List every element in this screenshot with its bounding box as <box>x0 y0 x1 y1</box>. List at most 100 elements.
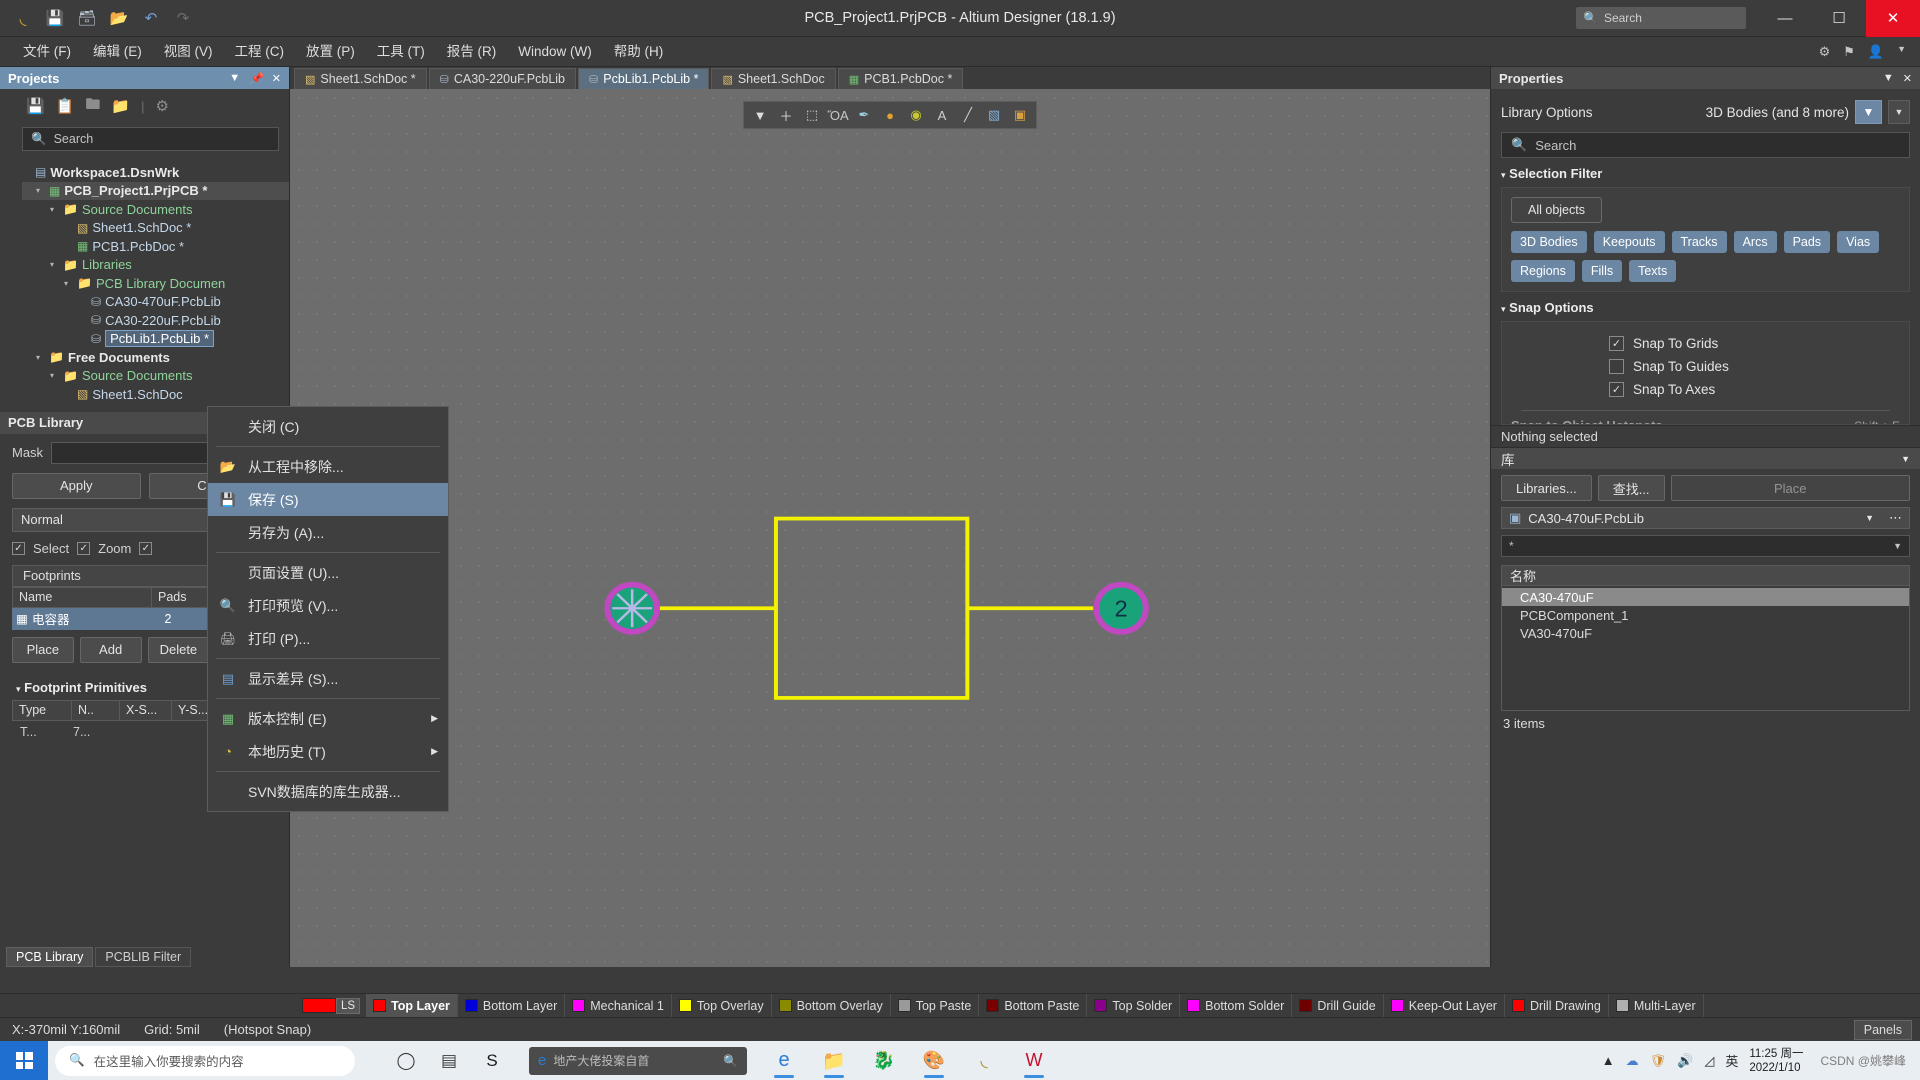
save-all-icon[interactable]: 🗃 <box>74 5 100 31</box>
more-options-icon[interactable]: ⋯ <box>1881 510 1902 526</box>
tree-item[interactable]: ▤Workspace1.DsnWrk <box>22 163 289 182</box>
close-icon[interactable]: ✕ <box>272 72 281 85</box>
chevron-down-icon[interactable]: ▼ <box>229 72 240 85</box>
taskbar-search-input[interactable]: 🔍 在这里输入你要搜索的内容 <box>55 1046 355 1076</box>
taskbar-clock[interactable]: 11:25 周一 2022/1/10 <box>1749 1047 1809 1075</box>
library-selector[interactable]: ▣ CA30-470uF.PcbLib ▼ ⋯ <box>1501 507 1910 529</box>
layer-tab[interactable]: Multi-Layer <box>1609 994 1704 1017</box>
layer-icon[interactable]: ▣ <box>1008 104 1032 126</box>
ime-icon[interactable]: 英 <box>1725 1051 1738 1070</box>
layer-tab-list[interactable]: Top LayerBottom LayerMechanical 1Top Ove… <box>366 994 1920 1017</box>
user-icon[interactable]: 👤 <box>1868 44 1884 60</box>
layer-tab[interactable]: Mechanical 1 <box>565 994 672 1017</box>
list-item[interactable]: PCBComponent_1 <box>1502 606 1909 624</box>
document-tab[interactable]: ▧Sheet1.SchDoc <box>711 68 835 89</box>
tree-item[interactable]: ▾📁Source Documents <box>22 367 289 386</box>
tree-item[interactable]: ▾📁Source Documents <box>22 200 289 219</box>
document-tabs[interactable]: ▧Sheet1.SchDoc *⛁CA30-220uF.PcbLib⛁PcbLi… <box>290 67 1490 89</box>
cross-icon[interactable]: ＋ <box>774 104 798 126</box>
snap-hotspots-row[interactable]: Snap to Object Hotspots Shift + E <box>1511 418 1900 425</box>
menu-reports[interactable]: 报告 (R) <box>436 37 508 67</box>
pin-icon[interactable]: 📌 <box>249 72 263 85</box>
context-menu-item[interactable]: 页面设置 (U)... <box>208 556 448 589</box>
document-tab[interactable]: ▧Sheet1.SchDoc * <box>294 68 427 89</box>
context-menu-item[interactable]: 另存为 (A)... <box>208 516 448 549</box>
tree-item[interactable]: ⛁PcbLib1.PcbLib * <box>22 330 289 349</box>
layer-tab[interactable]: Bottom Layer <box>458 994 565 1017</box>
menu-tools[interactable]: 工具 (T) <box>366 37 436 67</box>
copy-icon[interactable]: 📋 <box>56 97 75 115</box>
task-view-icon[interactable]: ▤ <box>430 1041 468 1080</box>
filter-chip[interactable]: 3D Bodies <box>1511 231 1587 253</box>
chevron-down-icon[interactable]: ▼ <box>1888 100 1910 124</box>
chevron-up-icon[interactable]: ▲ <box>1602 1053 1615 1068</box>
delete-button[interactable]: Delete <box>148 637 210 663</box>
filter-icon[interactable]: ▼ <box>748 104 772 126</box>
context-menu-item[interactable]: 🔍打印预览 (V)... <box>208 589 448 622</box>
snap-checkbox-list[interactable]: ✓Snap To GridsSnap To Guides✓Snap To Axe… <box>1511 332 1900 401</box>
minimize-button[interactable]: — <box>1758 0 1812 37</box>
snap-option-row[interactable]: ✓Snap To Axes <box>1609 378 1900 401</box>
project-context-menu[interactable]: 关闭 (C) 📂从工程中移除...💾保存 (S)另存为 (A)... 页面设置 (U… <box>207 406 449 812</box>
chevron-down-icon[interactable]: ▾ <box>50 260 59 269</box>
cortana-icon[interactable]: ◯ <box>387 1041 425 1080</box>
shield-icon[interactable]: 🛡 <box>1650 1053 1667 1069</box>
menu-project[interactable]: 工程 (C) <box>224 37 296 67</box>
snap-option-row[interactable]: Snap To Guides <box>1609 355 1900 378</box>
selection-filter-chips[interactable]: 3D BodiesKeepoutsTracksArcsPadsViasRegio… <box>1511 231 1900 282</box>
edge-icon[interactable]: e <box>765 1041 803 1080</box>
library-filter-input[interactable]: * ▼ <box>1501 535 1910 557</box>
panels-button[interactable]: Panels <box>1854 1020 1912 1040</box>
open-project-icon[interactable]: 🖿 <box>85 94 100 119</box>
layer-tab[interactable]: Bottom Solder <box>1180 994 1292 1017</box>
column-name[interactable]: Name <box>13 588 152 607</box>
context-menu-item[interactable]: ▦版本控制 (E)▶ <box>208 702 448 735</box>
context-menu-item[interactable]: 关闭 (C) <box>208 410 448 443</box>
menu-edit[interactable]: 编辑 (E) <box>82 37 153 67</box>
save-icon[interactable]: 💾 <box>42 5 68 31</box>
pcb-library-canvas[interactable]: ▼＋⬚ὌA✒●◉A╱▧▣ 2 <box>290 89 1490 967</box>
undo-icon[interactable]: ↶ <box>138 5 164 31</box>
context-menu-item[interactable]: 📂从工程中移除... <box>208 450 448 483</box>
tab-pcblib-filter[interactable]: PCBLIB Filter <box>95 947 191 967</box>
chevron-down-icon[interactable]: ▾ <box>64 279 73 288</box>
chevron-down-icon[interactable]: ▼ <box>1865 513 1874 523</box>
filter-chip[interactable]: Arcs <box>1734 231 1777 253</box>
layer-tab[interactable]: Drill Drawing <box>1505 994 1609 1017</box>
search-library-button[interactable]: 查找... <box>1598 475 1665 501</box>
chevron-down-icon[interactable]: ▾ <box>50 371 59 380</box>
tree-item[interactable]: ▦PCB1.PcbDoc * <box>22 237 289 256</box>
list-item[interactable]: VA30-470uF <box>1502 624 1909 642</box>
gear-icon[interactable]: ⚙ <box>1819 44 1831 60</box>
document-tab[interactable]: ⛁PcbLib1.PcbLib * <box>578 68 709 89</box>
network-icon[interactable]: ◿ <box>1704 1053 1714 1069</box>
context-menu-item[interactable]: 💾保存 (S) <box>208 483 448 516</box>
place-button[interactable]: Place <box>12 637 74 663</box>
layer-tab[interactable]: Bottom Paste <box>979 994 1087 1017</box>
wps-icon[interactable]: W <box>1015 1041 1053 1080</box>
snap-option-row[interactable]: ✓Snap To Grids <box>1609 332 1900 355</box>
altium-logo-icon[interactable]: ◟ <box>10 5 36 31</box>
layer-tab[interactable]: Keep-Out Layer <box>1384 994 1505 1017</box>
filter-chip[interactable]: Tracks <box>1672 231 1727 253</box>
filter-chip[interactable]: Keepouts <box>1594 231 1665 253</box>
close-icon[interactable]: ✕ <box>1903 72 1912 85</box>
properties-search-input[interactable]: 🔍 Search <box>1501 132 1910 158</box>
volume-icon[interactable]: 🔊 <box>1677 1053 1693 1069</box>
filter-chip[interactable]: Vias <box>1837 231 1879 253</box>
context-menu-item[interactable]: ▤显示差异 (S)... <box>208 662 448 695</box>
zoom-checkbox[interactable]: ✓ <box>77 542 90 555</box>
menu-view[interactable]: 视图 (V) <box>153 37 224 67</box>
filter-chip[interactable]: Fills <box>1582 260 1622 282</box>
chevron-down-icon[interactable]: ▾ <box>36 186 45 195</box>
tree-item[interactable]: ▧Sheet1.SchDoc * <box>22 219 289 238</box>
context-menu-item[interactable]: ◔本地历史 (T)▶ <box>208 735 448 768</box>
global-search-box[interactable]: 🔍 Search <box>1576 7 1746 29</box>
menu-file[interactable]: 文件 (F) <box>12 37 82 67</box>
tree-item[interactable]: ⛁CA30-470uF.PcbLib <box>22 293 289 312</box>
via-icon[interactable]: ◉ <box>904 104 928 126</box>
chevron-down-icon[interactable]: ▼ <box>1901 454 1910 464</box>
altium-icon[interactable]: ◟ <box>965 1041 1003 1080</box>
projects-search-input[interactable]: 🔍 Search <box>22 127 279 151</box>
tab-pcb-library[interactable]: PCB Library <box>6 947 93 967</box>
